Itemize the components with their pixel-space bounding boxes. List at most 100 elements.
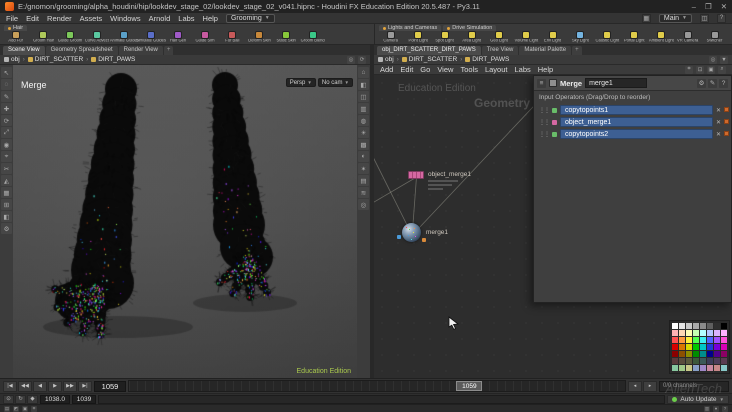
palette-swatch[interactable]	[686, 358, 692, 364]
tab-geometry-spreadsheet[interactable]: Geometry Spreadsheet	[45, 46, 118, 55]
shelf-tool-caustic-light[interactable]: Caustic Light	[594, 31, 620, 44]
display-points-icon[interactable]: ▥	[358, 103, 369, 114]
palette-swatch[interactable]	[679, 337, 685, 343]
sculpt-icon[interactable]: ◭	[1, 175, 12, 186]
palette-swatch[interactable]	[707, 344, 713, 350]
palette-swatch[interactable]	[672, 323, 678, 329]
shelf-tool-groom-hair[interactable]: Groom Hair	[30, 31, 56, 44]
select-mode-icon[interactable]: ◩	[13, 405, 19, 412]
palette-swatch[interactable]	[686, 337, 692, 343]
close-button[interactable]: ✕	[721, 2, 727, 11]
snap-icon[interactable]: ⌖	[1, 151, 12, 162]
breadcrumb-dirt-paws[interactable]: DIRT_PAWS	[465, 56, 509, 63]
shelf-tool-portal-light[interactable]: Portal Light	[621, 31, 647, 44]
desktop-selector[interactable]: Main ▼	[658, 13, 692, 23]
grid-icon[interactable]: ▦	[1, 187, 12, 198]
palette-swatch[interactable]	[707, 351, 713, 357]
palette-swatch[interactable]	[693, 330, 699, 336]
network-menu-edit[interactable]: Edit	[400, 65, 413, 74]
help-icon[interactable]: ?	[717, 13, 726, 23]
palette-swatch[interactable]	[707, 337, 713, 343]
new-tab-button[interactable]: +	[572, 46, 582, 55]
palette-swatch[interactable]	[672, 344, 678, 350]
palette-swatch[interactable]	[686, 330, 692, 336]
shelf-tool-spot-light[interactable]: Spot Light	[432, 31, 458, 44]
object-merge-node-icon[interactable]	[408, 171, 424, 179]
palette-swatch[interactable]	[686, 365, 692, 371]
shelf-tool-env-light[interactable]: Env Light	[540, 31, 566, 44]
shelf-tool-area-light[interactable]: Area Light	[459, 31, 485, 44]
auto-update-selector[interactable]: Auto Update ▼	[667, 394, 729, 404]
palette-swatch[interactable]	[686, 351, 692, 357]
viewport-canvas[interactable]	[13, 65, 357, 378]
palette-swatch[interactable]	[700, 330, 706, 336]
breadcrumb-obj[interactable]: obj	[378, 56, 394, 63]
shelf-tool-curve-advect[interactable]: Curve Advect	[84, 31, 110, 44]
palette-swatch[interactable]	[693, 337, 699, 343]
shelf-tool-fur-ball[interactable]: Fur Ball	[219, 31, 245, 44]
shelf-tool-guide-groom[interactable]: Guide Groom	[57, 31, 83, 44]
palette-swatch[interactable]	[721, 344, 727, 350]
pin-icon[interactable]: ◎	[347, 55, 355, 64]
keyframe-options-icon[interactable]: ◆	[27, 394, 38, 404]
palette-swatch[interactable]	[679, 365, 685, 371]
remove-input-button[interactable]: ✕	[716, 119, 721, 126]
network-menu-help[interactable]: Help	[538, 65, 553, 74]
menu-file[interactable]: File	[6, 14, 18, 23]
viewport[interactable]: Merge Persp ▼ No cam ▼ Education Edition	[13, 65, 357, 378]
lighting-icon[interactable]: ☀	[358, 127, 369, 138]
palette-swatch[interactable]	[714, 351, 720, 357]
network-menu-labs[interactable]: Labs	[514, 65, 530, 74]
range-end-field[interactable]: 1039	[72, 394, 96, 404]
drag-handle-icon[interactable]: ⋮⋮	[539, 107, 550, 114]
shelf-tool-hair-gen[interactable]: Hair Gen	[165, 31, 191, 44]
realtime-toggle-icon[interactable]: ⊙	[3, 394, 14, 404]
shelf-tool-volume-light[interactable]: Volume Light	[513, 31, 539, 44]
breadcrumb-dirt-scatter[interactable]: DIRT_SCATTER	[401, 56, 457, 63]
network-menu-add[interactable]: Add	[380, 65, 393, 74]
palette-swatch[interactable]	[672, 330, 678, 336]
find-icon[interactable]: ⌕	[718, 65, 726, 74]
shelf-tool-add-fur[interactable]: Add Fur	[3, 31, 29, 44]
palette-swatch[interactable]	[721, 330, 727, 336]
palette-swatch[interactable]	[714, 337, 720, 343]
palette-swatch[interactable]	[714, 330, 720, 336]
brush-select-icon[interactable]: ✎	[1, 91, 12, 102]
lasso-select-icon[interactable]: ◌	[1, 79, 12, 90]
select-icon[interactable]: ↖	[1, 67, 12, 78]
node-object-merge1[interactable]: object_merge1	[408, 171, 528, 195]
view-type-selector[interactable]: Persp ▼	[285, 78, 316, 87]
edit-icon[interactable]: ✎	[708, 78, 717, 88]
step-forward-button[interactable]: ▶▶	[63, 380, 77, 392]
hamburger-icon[interactable]: ≡	[537, 78, 546, 88]
palette-swatch[interactable]	[672, 337, 678, 343]
mode-selector[interactable]: Grooming ▼	[225, 13, 275, 23]
shadows-icon[interactable]: ◐	[358, 151, 369, 162]
overview-icon[interactable]: ▣	[707, 65, 715, 74]
frame-all-icon[interactable]: ⊡	[696, 65, 704, 74]
jump-start-button[interactable]: |◀	[3, 380, 17, 392]
shelf-tool-deform-skin[interactable]: Deform Skin	[246, 31, 272, 44]
view-grid-icon[interactable]: ▤	[358, 175, 369, 186]
menu-assets[interactable]: Assets	[80, 14, 103, 23]
playhead[interactable]: 1059	[456, 381, 483, 391]
shelf-tool-geo-light[interactable]: Geo Light	[486, 31, 512, 44]
display-normals-icon[interactable]: ◍	[358, 115, 369, 126]
message-log-icon[interactable]: ▤	[4, 405, 10, 412]
palette-swatch[interactable]	[707, 330, 713, 336]
menu-labs[interactable]: Labs	[178, 14, 194, 23]
pose-icon[interactable]: ◉	[1, 139, 12, 150]
palette-swatch[interactable]	[672, 365, 678, 371]
palette-swatch[interactable]	[700, 344, 706, 350]
loop-mode-icon[interactable]: ↻	[15, 394, 26, 404]
input-copytopoints2[interactable]: copytopoints2	[560, 129, 713, 139]
palette-swatch[interactable]	[700, 323, 706, 329]
shelf-tool-static-skin[interactable]: Static Skin	[273, 31, 299, 44]
breadcrumb-dirt-scatter[interactable]: DIRT_SCATTER	[27, 56, 83, 63]
maximize-button[interactable]: ❐	[705, 2, 712, 11]
tab-render-view[interactable]: Render View	[118, 46, 163, 55]
menu-help[interactable]: Help	[203, 14, 218, 23]
palette-swatch[interactable]	[721, 337, 727, 343]
memory-icon[interactable]: ▥	[704, 405, 710, 412]
global-range-slider[interactable]	[98, 394, 666, 404]
